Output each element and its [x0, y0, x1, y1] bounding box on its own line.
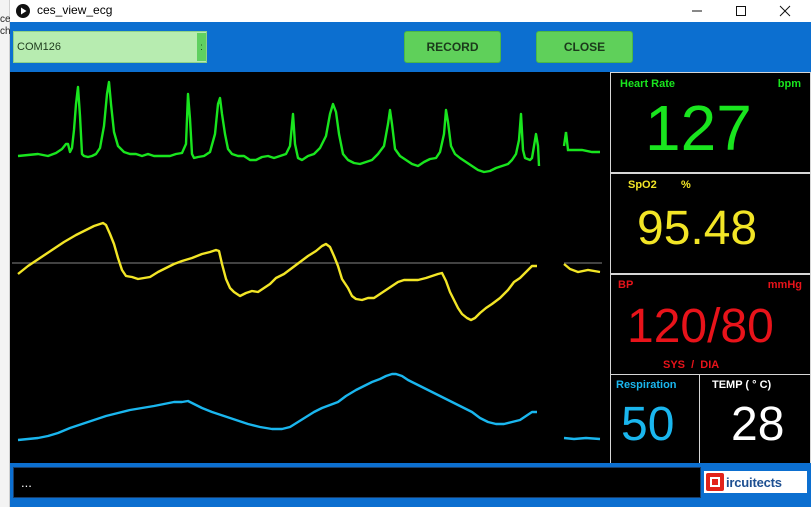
status-bar: ... ircuitects	[10, 463, 811, 507]
toolbar: COM126 : RECORD CLOSE	[10, 22, 811, 72]
close-icon	[779, 5, 791, 17]
app-play-icon	[16, 4, 30, 18]
desktop-text-fragment: ce	[0, 14, 11, 25]
waveform-display	[12, 74, 607, 462]
bp-sys-dia-label: SYS / DIA	[663, 359, 720, 371]
monitor-area: Heart Rate bpm 127 SpO2 % 95.48 BP mmHg …	[10, 72, 811, 464]
maximize-button[interactable]	[719, 0, 763, 22]
close-window-button[interactable]	[763, 0, 807, 22]
desktop-background: ce ch	[0, 0, 11, 507]
app-window: ces_view_ecg COM126 : RECORD CLOSE Heart…	[10, 0, 811, 507]
respiration-panel: Respiration 50	[610, 374, 700, 464]
temperature-label: TEMP ( ° C)	[712, 379, 772, 391]
spo2-unit: %	[681, 179, 691, 191]
maximize-icon	[736, 6, 746, 16]
heart-rate-label: Heart Rate	[620, 78, 676, 90]
pleth-waveform-segment	[563, 263, 601, 274]
bp-unit: mmHg	[767, 279, 802, 291]
title-bar: ces_view_ecg	[10, 0, 811, 22]
temperature-panel: TEMP ( ° C) 28	[699, 374, 811, 464]
bp-label: BP	[618, 279, 634, 291]
port-value: COM126	[17, 41, 62, 53]
desktop-text-fragment: ch	[0, 26, 11, 37]
respiration-waveform	[17, 372, 537, 442]
respiration-waveform-segment	[563, 436, 601, 441]
bp-panel: BP mmHg 120/80 SYS / DIA	[610, 274, 811, 375]
window-title: ces_view_ecg	[37, 3, 113, 17]
heart-rate-panel: Heart Rate bpm 127	[610, 72, 811, 173]
bp-value: 120/80	[627, 300, 774, 353]
spo2-panel: SpO2 % 95.48	[610, 173, 811, 274]
spo2-value: 95.48	[637, 202, 758, 255]
circuitects-logo: ircuitects	[704, 471, 807, 493]
port-dropdown-arrow[interactable]: :	[197, 33, 206, 61]
heart-rate-unit: bpm	[777, 78, 801, 90]
respiration-label: Respiration	[616, 379, 677, 391]
respiration-value: 50	[621, 398, 675, 451]
logo-text: ircuitects	[726, 474, 782, 490]
record-button[interactable]: RECORD	[404, 31, 501, 63]
log-text: ...	[21, 475, 32, 490]
heart-rate-value: 127	[645, 92, 752, 164]
ecg-waveform	[17, 80, 541, 174]
minimize-button[interactable]	[675, 0, 719, 22]
close-button[interactable]: CLOSE	[536, 31, 633, 63]
pleth-waveform	[17, 221, 537, 322]
minimize-icon	[692, 10, 702, 12]
temperature-value: 28	[731, 398, 785, 451]
log-console: ...	[13, 467, 701, 498]
circuitects-logo-icon	[706, 473, 724, 491]
spo2-label: SpO2	[628, 179, 657, 191]
port-select[interactable]: COM126 :	[13, 31, 207, 63]
ecg-waveform-segment	[562, 131, 600, 154]
